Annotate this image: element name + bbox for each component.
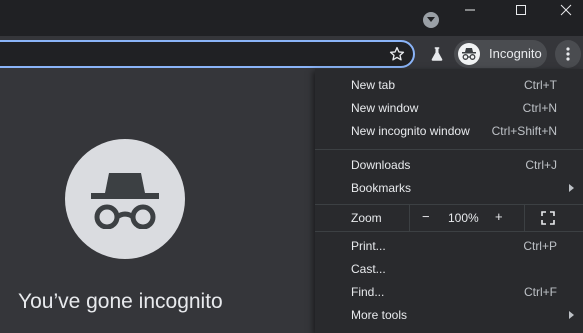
tab-search-button[interactable] bbox=[423, 12, 439, 28]
profile-button[interactable]: Incognito bbox=[454, 40, 547, 68]
menu-item-shortcut: Ctrl+F bbox=[524, 285, 557, 299]
menu-button[interactable] bbox=[555, 40, 581, 68]
zoom-row: Zoom − 100% + bbox=[315, 205, 583, 231]
incognito-avatar bbox=[458, 43, 480, 65]
toolbar: Incognito bbox=[0, 36, 583, 73]
menu-item-new-incognito-window[interactable]: New incognito window Ctrl+Shift+N bbox=[315, 120, 583, 143]
minimize-icon bbox=[465, 9, 475, 11]
menu-item-new-window[interactable]: New window Ctrl+N bbox=[315, 97, 583, 120]
menu-item-more-tools[interactable]: More tools bbox=[315, 304, 583, 327]
incognito-illustration bbox=[65, 139, 185, 259]
chevron-down-icon bbox=[427, 17, 435, 22]
app-menu: New tab Ctrl+T New window Ctrl+N New inc… bbox=[315, 69, 583, 333]
menu-item-label: Find... bbox=[351, 285, 385, 299]
menu-item-label: Print... bbox=[351, 239, 386, 253]
close-icon bbox=[560, 4, 572, 16]
star-icon[interactable] bbox=[388, 45, 406, 63]
profile-label: Incognito bbox=[489, 46, 542, 61]
menu-item-new-tab[interactable]: New tab Ctrl+T bbox=[315, 74, 583, 97]
close-button[interactable] bbox=[549, 0, 583, 22]
menu-item-label: Bookmarks bbox=[351, 181, 412, 195]
menu-item-cast[interactable]: Cast... bbox=[315, 258, 583, 281]
zoom-divider bbox=[524, 205, 525, 231]
zoom-label: Zoom bbox=[351, 211, 382, 225]
zoom-out-button[interactable]: − bbox=[422, 209, 430, 224]
incognito-icon bbox=[462, 48, 476, 60]
fullscreen-icon[interactable] bbox=[541, 211, 555, 225]
menu-item-find[interactable]: Find... Ctrl+F bbox=[315, 281, 583, 304]
minimize-button[interactable] bbox=[453, 0, 487, 22]
menu-item-label: New tab bbox=[351, 78, 396, 92]
menu-item-shortcut: Ctrl+T bbox=[524, 78, 557, 92]
menu-divider bbox=[315, 149, 583, 150]
browser-window: Incognito You’ve gone incognito New tab … bbox=[0, 0, 583, 333]
page-title: You’ve gone incognito bbox=[18, 290, 223, 313]
menu-item-shortcut: Ctrl+Shift+N bbox=[491, 124, 557, 138]
incognito-icon bbox=[91, 173, 159, 229]
zoom-in-button[interactable]: + bbox=[495, 209, 503, 224]
menu-item-print[interactable]: Print... Ctrl+P bbox=[315, 235, 583, 258]
menu-item-label: New window bbox=[351, 101, 419, 115]
menu-item-bookmarks[interactable]: Bookmarks bbox=[315, 177, 583, 200]
flask-icon[interactable] bbox=[428, 45, 446, 63]
menu-item-label: Cast... bbox=[351, 262, 386, 276]
menu-divider bbox=[315, 231, 583, 232]
menu-item-downloads[interactable]: Downloads Ctrl+J bbox=[315, 154, 583, 177]
zoom-divider bbox=[409, 205, 410, 231]
zoom-level: 100% bbox=[448, 211, 479, 225]
more-vert-icon bbox=[566, 47, 570, 61]
menu-item-label: More tools bbox=[351, 308, 408, 322]
menu-item-shortcut: Ctrl+P bbox=[523, 239, 557, 253]
maximize-button[interactable] bbox=[504, 0, 538, 22]
menu-item-label: Downloads bbox=[351, 158, 411, 172]
submenu-arrow-icon bbox=[569, 184, 574, 192]
address-bar[interactable] bbox=[0, 40, 415, 68]
menu-item-shortcut: Ctrl+N bbox=[522, 101, 557, 115]
maximize-icon bbox=[516, 5, 526, 15]
submenu-arrow-icon bbox=[569, 311, 574, 319]
menu-item-shortcut: Ctrl+J bbox=[525, 158, 557, 172]
title-bar bbox=[0, 0, 583, 36]
menu-item-label: New incognito window bbox=[351, 124, 470, 138]
